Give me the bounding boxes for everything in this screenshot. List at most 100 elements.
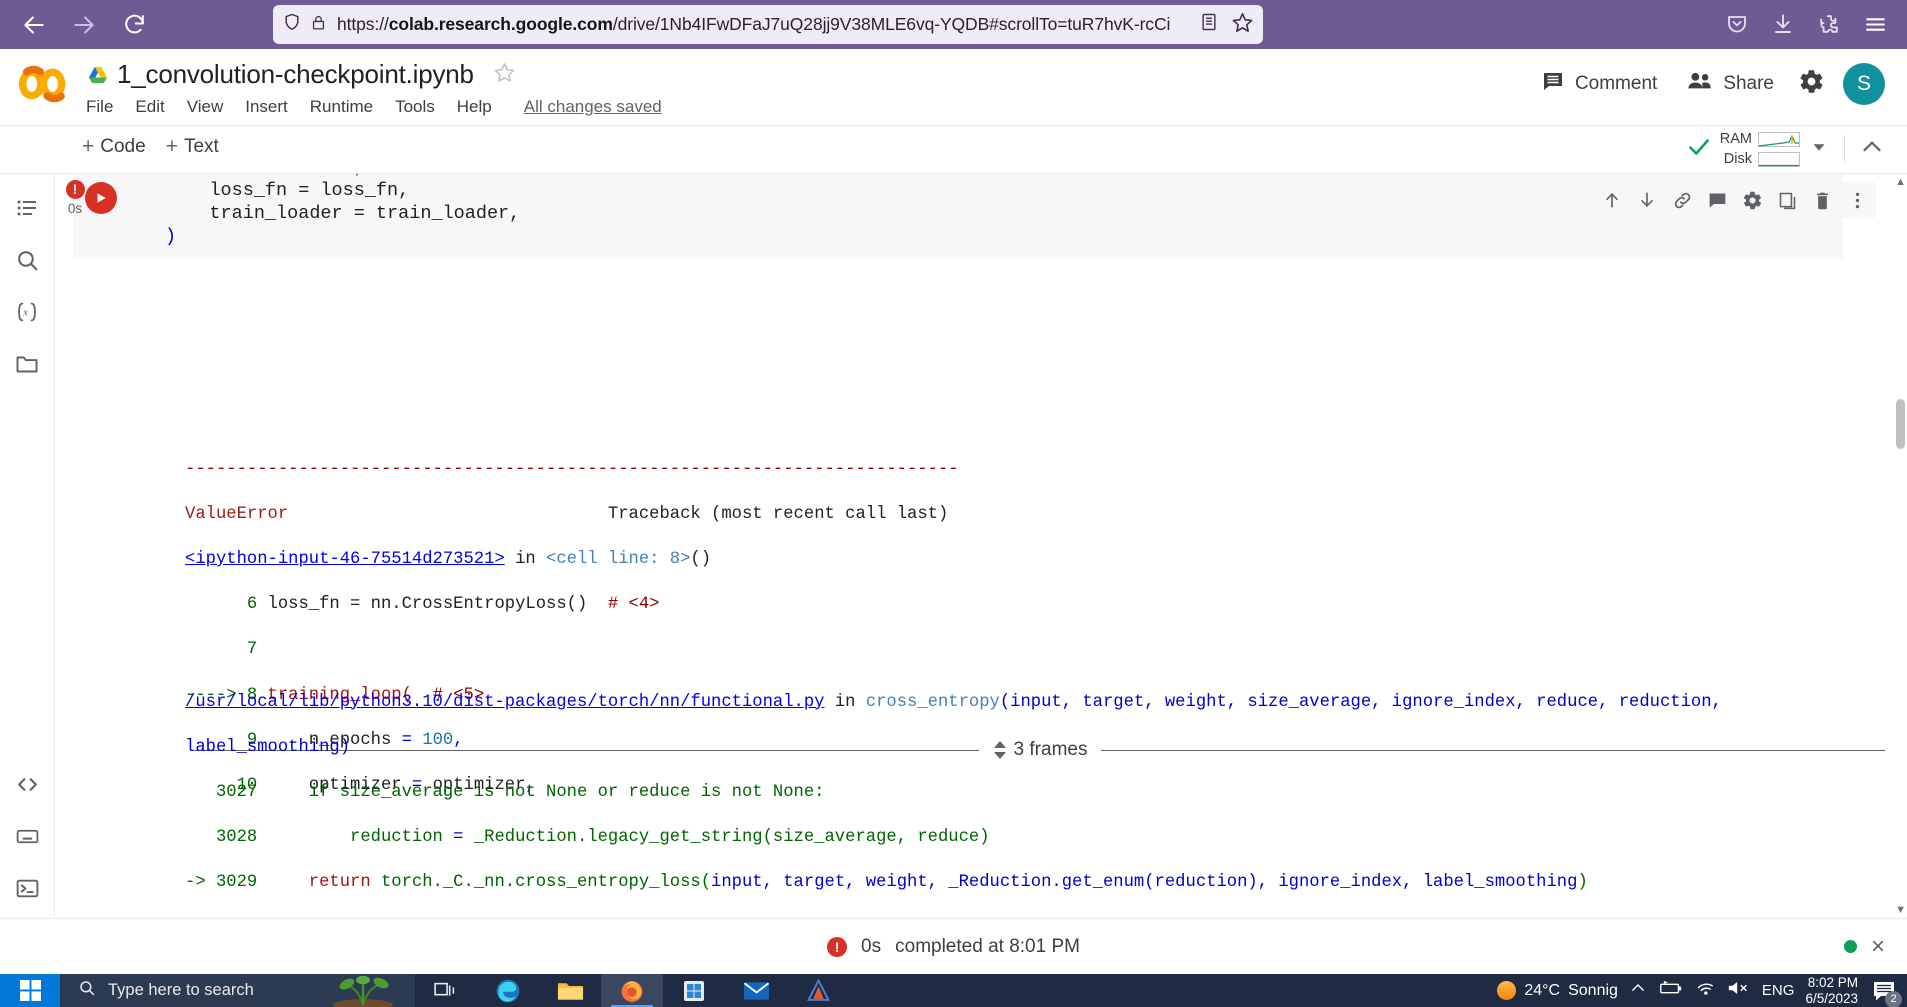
error-traceback-frame2: /usr/local/lib/python3.10/dist-packages/… bbox=[185, 669, 1885, 918]
chevron-down-icon[interactable] bbox=[1808, 136, 1830, 163]
terminal-keyboard-icon[interactable] bbox=[4, 810, 52, 862]
menu-file[interactable]: File bbox=[86, 97, 113, 117]
table-of-contents-icon[interactable] bbox=[3, 182, 51, 234]
files-folder-icon[interactable] bbox=[3, 338, 51, 390]
address-bar[interactable]: https://colab.research.google.com/drive/… bbox=[273, 5, 1263, 44]
move-cell-down-icon[interactable] bbox=[1632, 185, 1662, 215]
battery-icon[interactable] bbox=[1658, 979, 1684, 1002]
weather-widget[interactable]: 24°C Sonnig bbox=[1497, 981, 1618, 1000]
link-to-cell-icon[interactable] bbox=[1667, 185, 1697, 215]
notebook-title-row: 1_convolution-checkpoint.ipynb bbox=[88, 59, 516, 90]
menu-help[interactable]: Help bbox=[457, 97, 492, 117]
scrollbar-thumb[interactable] bbox=[1896, 399, 1905, 449]
rail-bottom-icons bbox=[0, 758, 55, 914]
star-icon[interactable] bbox=[493, 61, 516, 89]
browser-toolbar: https://colab.research.google.com/drive/… bbox=[0, 0, 1907, 49]
traceback-frame1-file[interactable]: <ipython-input-46-75514d273521> bbox=[185, 550, 505, 569]
add-comment-icon[interactable] bbox=[1702, 185, 1732, 215]
traceback-frame2-file[interactable]: /usr/local/lib/python3.10/dist-packages/… bbox=[185, 693, 824, 712]
variables-icon[interactable]: x bbox=[3, 286, 51, 338]
comment-button[interactable]: Comment bbox=[1535, 65, 1663, 103]
status-error-badge: ! bbox=[827, 936, 848, 957]
action-center-icon[interactable]: 2 bbox=[1869, 978, 1902, 1007]
mail-icon[interactable] bbox=[725, 974, 787, 1007]
file-explorer-icon[interactable] bbox=[539, 974, 601, 1007]
task-view-icon[interactable] bbox=[415, 974, 477, 1007]
save-status[interactable]: All changes saved bbox=[524, 97, 662, 117]
page-title: 1_convolution-checkpoint.ipynb bbox=[117, 59, 474, 89]
cell-settings-icon[interactable] bbox=[1737, 185, 1767, 215]
divider bbox=[1844, 135, 1845, 163]
extensions-icon[interactable] bbox=[1807, 4, 1851, 44]
share-button[interactable]: Share bbox=[1681, 66, 1780, 102]
comment-icon bbox=[1541, 69, 1565, 99]
add-text-cell-button[interactable]: + Text bbox=[166, 135, 219, 159]
svg-text:x: x bbox=[22, 308, 28, 319]
left-sidebar-rail: x bbox=[0, 174, 55, 918]
menu-runtime[interactable]: Runtime bbox=[310, 97, 373, 117]
unknown-app-icon[interactable] bbox=[787, 974, 849, 1007]
run-cell-icon[interactable] bbox=[85, 182, 117, 214]
show-hidden-icons-chevron[interactable] bbox=[1629, 979, 1647, 1002]
volume-muted-icon[interactable] bbox=[1727, 979, 1751, 1002]
forward-arrow-icon[interactable] bbox=[62, 5, 106, 45]
traceback-header: ValueError Traceback (most recent call l… bbox=[185, 504, 1885, 527]
google-drive-icon bbox=[88, 66, 108, 84]
reload-icon[interactable] bbox=[112, 5, 156, 45]
wifi-icon[interactable] bbox=[1695, 979, 1716, 1002]
hamburger-menu-icon[interactable] bbox=[1853, 4, 1897, 44]
clock-date: 6/5/2023 bbox=[1805, 990, 1858, 1006]
scroll-down-arrow-icon[interactable]: ▼ bbox=[1895, 904, 1906, 916]
microsoft-store-icon[interactable] bbox=[663, 974, 725, 1007]
traceback-frame2-args-cont: label_smoothing) bbox=[185, 737, 351, 757]
address-bar-actions bbox=[1199, 11, 1254, 39]
chevron-up-icon[interactable] bbox=[1859, 134, 1885, 165]
code-snippets-icon[interactable] bbox=[4, 758, 52, 810]
close-x-icon[interactable]: × bbox=[1871, 934, 1885, 958]
colab-logo-icon[interactable] bbox=[17, 63, 69, 110]
menu-bar: File Edit View Insert Runtime Tools Help… bbox=[86, 97, 662, 117]
avatar[interactable]: S bbox=[1843, 63, 1885, 105]
traceback-code-line: -> 3029 return torch._C._nn.cross_entrop… bbox=[185, 872, 1885, 895]
gear-icon[interactable] bbox=[1798, 68, 1825, 100]
taskbar-clock[interactable]: 8:02 PM 6/5/2023 bbox=[1805, 975, 1858, 1007]
add-code-cell-button[interactable]: + Code bbox=[82, 135, 146, 159]
firefox-icon[interactable] bbox=[601, 974, 663, 1007]
comment-label: Comment bbox=[1574, 73, 1658, 94]
plus-icon: + bbox=[82, 135, 95, 158]
cell-code-area[interactable]: model = model, loss_fn = loss_fn, train_… bbox=[73, 174, 1843, 258]
colab-header: 1_convolution-checkpoint.ipynb File Edit… bbox=[0, 49, 1907, 126]
move-cell-up-icon[interactable] bbox=[1597, 185, 1627, 215]
edge-icon[interactable] bbox=[477, 974, 539, 1007]
ram-sparkline bbox=[1758, 131, 1800, 147]
more-options-icon[interactable] bbox=[1842, 185, 1872, 215]
traceback-frame2-func: cross_entropy bbox=[865, 692, 1000, 712]
menu-insert[interactable]: Insert bbox=[245, 97, 288, 117]
code-cell[interactable]: model = model, loss_fn = loss_fn, train_… bbox=[55, 174, 1898, 258]
windows-start-icon[interactable] bbox=[0, 974, 60, 1007]
reader-view-icon[interactable] bbox=[1199, 11, 1219, 38]
menu-edit[interactable]: Edit bbox=[135, 97, 164, 117]
add-code-label: Code bbox=[100, 136, 146, 157]
resource-indicator[interactable]: RAM Disk bbox=[1686, 129, 1885, 169]
delete-cell-icon[interactable] bbox=[1807, 185, 1837, 215]
traceback-frame1-header: <ipython-input-46-75514d273521> in <cell… bbox=[185, 549, 1885, 572]
scroll-up-arrow-icon[interactable]: ▲ bbox=[1895, 176, 1906, 188]
copy-cell-icon[interactable] bbox=[1772, 185, 1802, 215]
pocket-icon[interactable] bbox=[1715, 4, 1759, 44]
share-label: Share bbox=[1723, 73, 1774, 94]
vertical-scrollbar[interactable]: ▲ ▼ bbox=[1893, 174, 1907, 918]
terminal-icon[interactable] bbox=[4, 862, 52, 914]
language-indicator[interactable]: ENG bbox=[1762, 982, 1795, 999]
cell-toolbar bbox=[1593, 182, 1876, 218]
back-arrow-icon[interactable] bbox=[12, 5, 56, 45]
shield-icon[interactable] bbox=[282, 12, 302, 37]
star-bookmark-icon[interactable] bbox=[1231, 11, 1254, 39]
menu-tools[interactable]: Tools bbox=[395, 97, 435, 117]
menu-view[interactable]: View bbox=[187, 97, 224, 117]
weather-temp: 24°C bbox=[1524, 981, 1561, 999]
padlock-icon[interactable] bbox=[310, 13, 327, 37]
search-icon[interactable] bbox=[3, 234, 51, 286]
line-number: 3027 bbox=[185, 782, 268, 802]
downloads-icon[interactable] bbox=[1761, 4, 1805, 44]
